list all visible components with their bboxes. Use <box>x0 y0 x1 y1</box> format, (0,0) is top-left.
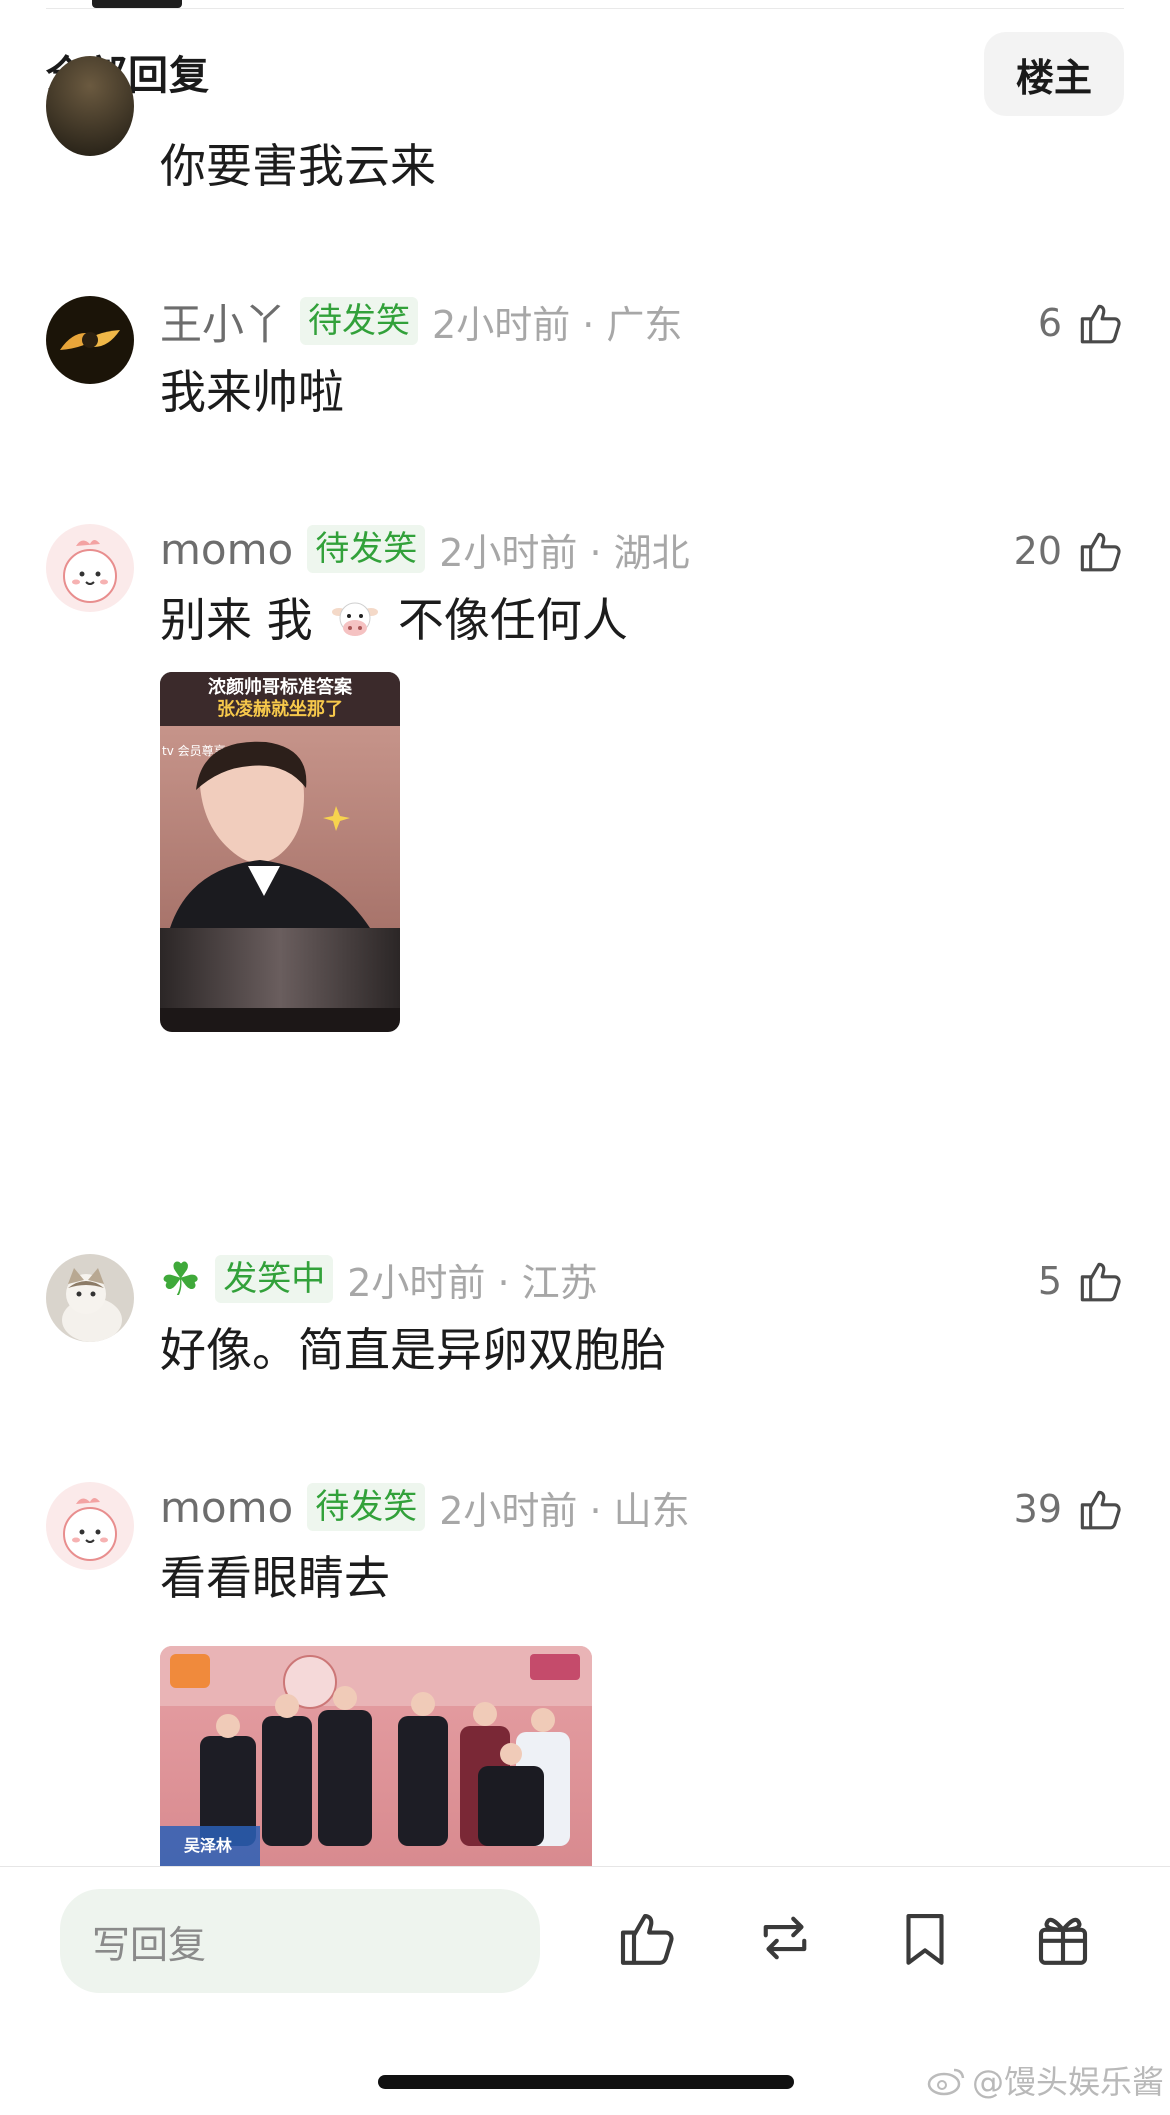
pink-bird-avatar[interactable] <box>46 524 134 612</box>
comment-text-part: 不像任何人 <box>397 593 628 647</box>
time-location: 2小时前 · 湖北 <box>439 530 690 575</box>
status-badge: 待发笑 <box>300 297 419 345</box>
weibo-logo-icon <box>927 2068 965 2096</box>
scroll-tab-indicator <box>92 0 182 8</box>
comment-item: momo 待发笑 2小时前 · 山东 39 看看眼睛去 吴泽林 <box>0 1482 1170 1866</box>
status-badge: 待发笑 <box>307 525 426 573</box>
cow-face-emoji-icon <box>332 602 379 636</box>
cat-avatar[interactable] <box>46 1254 134 1342</box>
comment-meta: ☘ 发笑中 2小时前 · 江苏 <box>160 1254 598 1305</box>
avatar[interactable] <box>46 56 134 156</box>
username[interactable]: 王小丫 <box>160 291 286 352</box>
image-blur <box>160 928 400 1008</box>
repost-icon[interactable] <box>752 1905 818 1971</box>
thumbs-up-icon <box>1080 1490 1121 1530</box>
like-count: 39 <box>1013 1487 1062 1531</box>
username[interactable]: momo <box>160 1483 293 1532</box>
image-caption: 吴泽林 <box>184 1836 233 1855</box>
like-count: 5 <box>1037 1259 1062 1303</box>
like-button[interactable]: 39 <box>1014 1482 1124 1536</box>
watermark: @馒头娱乐酱 <box>926 2057 1164 2103</box>
comment-text: 我来帅啦 <box>160 365 344 419</box>
comment-image[interactable]: 吴泽林 <box>160 1646 592 1866</box>
like-button[interactable]: 6 <box>1038 296 1124 350</box>
image-caption-line2: 张凌赫就坐那了 <box>217 699 343 720</box>
home-indicator[interactable] <box>378 2075 794 2089</box>
comment-item: ☘ 发笑中 2小时前 · 江苏 5 好像。简直是异卵双胞胎 <box>0 1254 1170 1394</box>
clover-username[interactable]: ☘ <box>160 1256 201 1302</box>
like-button[interactable]: 5 <box>1038 1254 1124 1308</box>
comment-meta: momo 待发笑 2小时前 · 山东 <box>160 1482 690 1533</box>
bookmark-icon[interactable] <box>892 1905 958 1971</box>
comment-meta: 王小丫 待发笑 2小时前 · 广东 <box>160 296 683 349</box>
like-button[interactable]: 20 <box>1014 524 1124 578</box>
comment-meta: momo 待发笑 2小时前 · 湖北 <box>160 524 690 575</box>
comment-item: momo 待发笑 2小时前 · 湖北 20 别来 我 不像任何人 浓颜帅哥标准答… <box>0 524 1170 1164</box>
image-photo: tv 会员尊享 <box>160 726 400 928</box>
comment-text: 好像。简直是异卵双胞胎 <box>160 1323 666 1377</box>
comment-text-part: 别来 我 <box>160 593 313 647</box>
thumbs-up-icon <box>1080 532 1121 572</box>
username[interactable]: momo <box>160 525 293 574</box>
status-badge: 待发笑 <box>307 1483 426 1531</box>
pink-bird-avatar[interactable] <box>46 1482 134 1570</box>
reply-input[interactable]: 写回复 <box>60 1889 540 1993</box>
time-location: 2小时前 · 山东 <box>439 1488 690 1533</box>
like-count: 6 <box>1037 301 1062 345</box>
comment-item: 王小丫 待发笑 2小时前 · 广东 6 我来帅啦 <box>0 296 1170 426</box>
thumbs-up-icon <box>1080 1262 1121 1302</box>
time-location: 2小时前 · 江苏 <box>347 1260 598 1305</box>
image-caption-line1: 浓颜帅哥标准答案 <box>208 677 352 698</box>
comment-text: 别来 我 不像任何人 <box>160 590 628 650</box>
status-badge: 发笑中 <box>215 1255 334 1303</box>
watermark-text: @馒头娱乐酱 <box>971 2063 1164 2101</box>
like-count: 20 <box>1013 529 1062 573</box>
koi-fish-avatar[interactable] <box>46 296 134 384</box>
comment-text: 看看眼睛去 <box>160 1551 390 1605</box>
divider <box>46 8 1124 9</box>
time-location: 2小时前 · 广东 <box>432 302 683 347</box>
thumbs-up-icon <box>1080 304 1121 344</box>
comment-text: 你要害我云来 <box>160 139 436 193</box>
gift-icon[interactable] <box>1030 1905 1096 1971</box>
comment-partial: 你要害我云来 <box>0 56 1170 200</box>
bottom-action-bar: 写回复 @馒头娱乐酱 <box>0 1866 1170 2115</box>
like-icon[interactable] <box>612 1905 678 1971</box>
image-caption-banner: 浓颜帅哥标准答案 张凌赫就坐那了 <box>160 672 400 726</box>
comment-image[interactable]: 浓颜帅哥标准答案 张凌赫就坐那了 tv 会员尊享 <box>160 672 400 1032</box>
